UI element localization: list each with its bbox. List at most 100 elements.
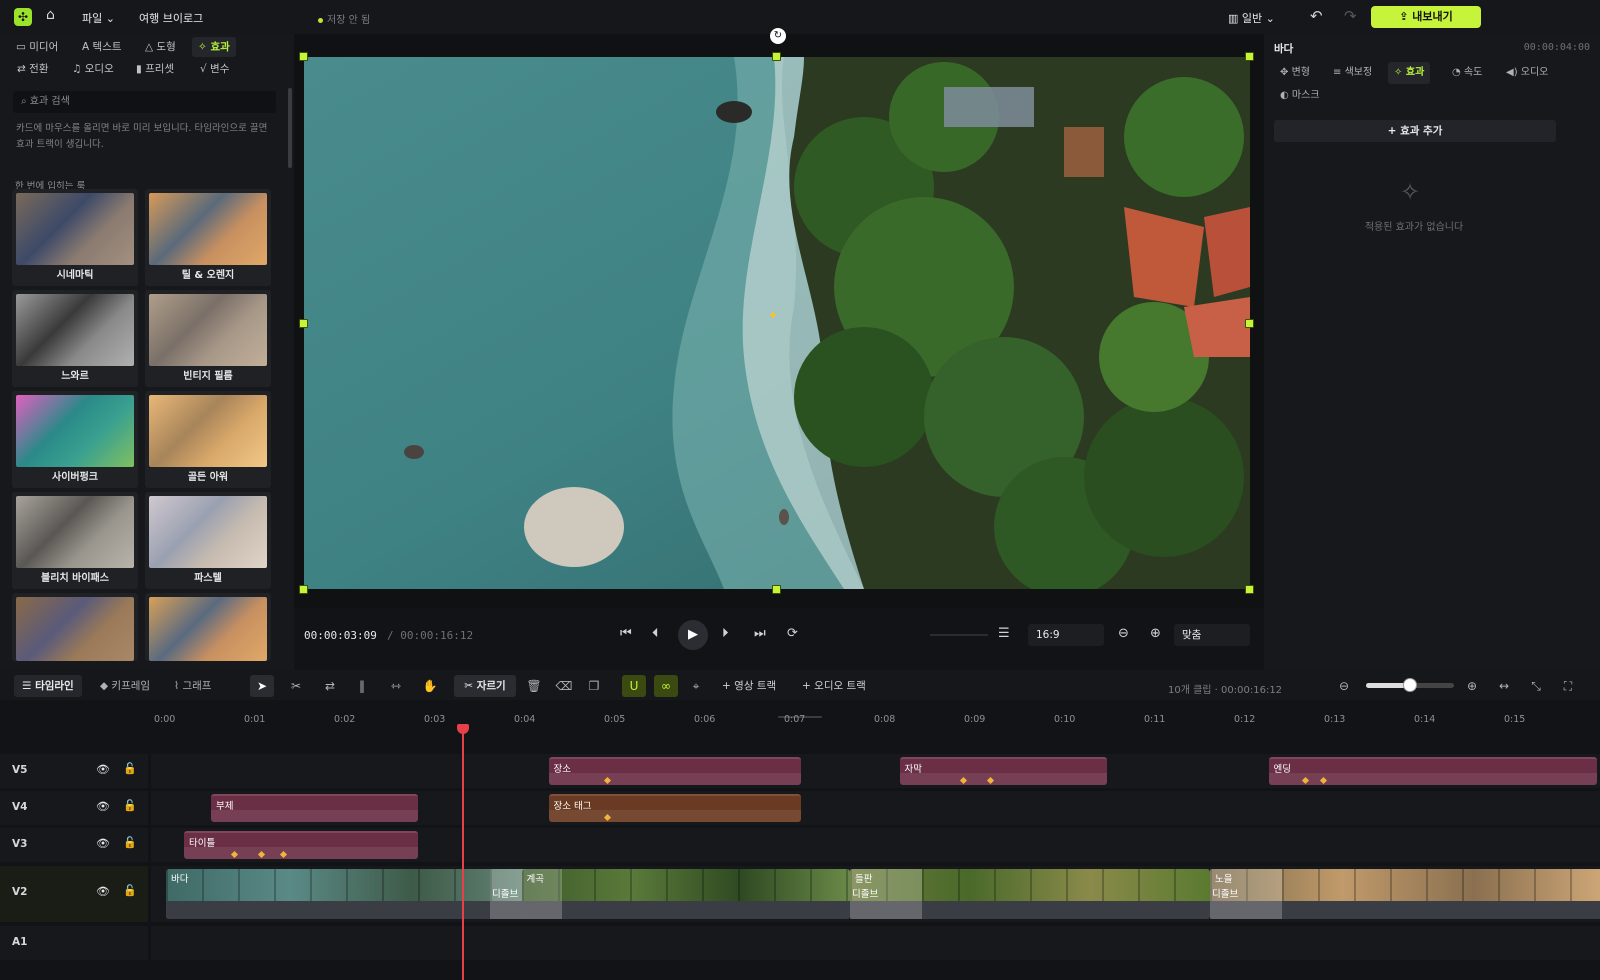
redo-icon[interactable]: ↷ xyxy=(1344,7,1357,25)
tab-graph[interactable]: ⌇ 그래프 xyxy=(166,675,219,697)
resize-handle[interactable] xyxy=(1245,52,1254,61)
tab-transition[interactable]: ⇄ 전환 xyxy=(11,59,54,79)
timeline-clip[interactable]: 부제 xyxy=(211,794,418,822)
tab-shape[interactable]: △ 도형 xyxy=(139,37,182,57)
scissors-icon[interactable]: ✂ xyxy=(284,675,308,697)
timeline-clip[interactable]: 장소 태그 xyxy=(548,794,801,822)
video-clip[interactable]: 바다 xyxy=(166,869,537,919)
add-effect-button[interactable]: + 효과 추가 xyxy=(1274,120,1556,142)
resize-handle[interactable] xyxy=(772,585,781,594)
volume-slider[interactable] xyxy=(930,634,988,636)
track-row-a1[interactable] xyxy=(151,926,1600,960)
playhead[interactable] xyxy=(462,724,464,980)
video-clip[interactable]: 계곡 xyxy=(521,869,850,919)
resize-handle[interactable] xyxy=(1245,585,1254,594)
marker-icon[interactable]: ⌖ xyxy=(684,675,708,697)
collapse-icon[interactable]: ⤡ xyxy=(1524,675,1548,697)
fit-width-icon[interactable]: ↔ xyxy=(1492,675,1516,697)
magnet-icon[interactable]: U xyxy=(622,675,646,697)
home-icon[interactable]: ⌂ xyxy=(46,7,55,23)
timeline-clip[interactable]: 엔딩 xyxy=(1268,757,1597,785)
aspect-ratio-select[interactable]: 16:9 xyxy=(1028,624,1104,646)
eye-icon[interactable]: 👁 xyxy=(96,800,110,813)
erase-icon[interactable]: ⌫ xyxy=(552,675,576,697)
tab-transform[interactable]: ✥ 변형 xyxy=(1274,62,1316,84)
zoom-out-icon[interactable]: ⊖ xyxy=(1332,675,1356,697)
file-menu[interactable]: 파일 ⌄ xyxy=(82,10,115,26)
resize-handle[interactable] xyxy=(299,585,308,594)
loop-icon[interactable]: ⟳ xyxy=(787,626,798,641)
tab-audio[interactable]: ◀) 오디오 xyxy=(1500,62,1554,84)
play-button[interactable]: ▶ xyxy=(678,620,708,650)
sliders-icon[interactable]: ☰ xyxy=(998,626,1010,641)
video-preview[interactable] xyxy=(304,57,1250,589)
add-audio-track-button[interactable]: + 오디오 트랙 xyxy=(802,675,866,697)
link-icon[interactable]: ∞ xyxy=(654,675,678,697)
skip-to-start-icon[interactable]: ⏮ xyxy=(620,626,632,641)
timeline-clip[interactable]: 타이틀 xyxy=(184,831,418,859)
zoom-out-icon[interactable]: ⊖ xyxy=(1118,626,1129,641)
track-row-v2[interactable]: 바다 계곡 들판 노을 디졸브 디졸브 디졸브 xyxy=(151,866,1600,922)
eye-icon[interactable]: 👁 xyxy=(96,885,110,898)
split-icon[interactable]: ‖ xyxy=(350,675,374,697)
lock-icon[interactable]: 🔓 xyxy=(123,836,137,849)
scrollbar[interactable] xyxy=(288,88,292,168)
track-row-v3[interactable]: 타이틀 xyxy=(151,828,1600,862)
step-back-icon[interactable]: ⏴ xyxy=(652,626,659,641)
eye-icon[interactable]: 👁 xyxy=(96,837,110,850)
effect-card-pastel[interactable]: 파스텔 xyxy=(145,492,271,589)
trash-icon[interactable]: 🗑 xyxy=(522,675,546,697)
zoom-fit-select[interactable]: 맞춤 xyxy=(1174,624,1250,646)
zoom-in-icon[interactable]: ⊕ xyxy=(1460,675,1484,697)
timeline-ruler[interactable]: 0:00 0:01 0:02 0:03 0:04 0:05 0:06 0:07 0:08 0:09… xyxy=(151,710,1600,734)
effect-card-cinematic[interactable]: 시네마틱 xyxy=(12,189,138,286)
export-button[interactable]: ⇪ 내보내기 xyxy=(1371,6,1481,28)
effect-card-bleach-bypass[interactable]: 블리치 바이패스 xyxy=(12,492,138,589)
undo-icon[interactable]: ↶ xyxy=(1310,7,1323,25)
fullscreen-icon[interactable]: ⛶ xyxy=(1556,675,1580,697)
timeline-clip[interactable]: 자막 xyxy=(899,757,1107,785)
resize-handle[interactable] xyxy=(772,52,781,61)
tab-effect[interactable]: ✧ 효과 xyxy=(1388,62,1431,84)
add-video-track-button[interactable]: + 영상 트랙 xyxy=(722,675,776,697)
tab-mask[interactable]: ◐ 마스크 xyxy=(1274,85,1326,107)
zoom-knob[interactable] xyxy=(1403,678,1417,692)
effect-card[interactable] xyxy=(12,593,138,661)
project-title[interactable]: 여행 브이로그 xyxy=(139,10,203,26)
resize-handle[interactable] xyxy=(299,52,308,61)
tab-effects[interactable]: ✧ 효과 xyxy=(192,37,236,57)
swap-icon[interactable]: ⇄ xyxy=(318,675,342,697)
track-row-v5[interactable]: 장소 자막 엔딩 xyxy=(151,754,1600,788)
tab-preset[interactable]: ▮ 프리셋 xyxy=(130,59,180,79)
skip-to-end-icon[interactable]: ⏭ xyxy=(754,626,766,641)
rotate-handle-icon[interactable]: ↻ xyxy=(770,28,786,44)
effect-search-input[interactable]: ⌕ 효과 검색 xyxy=(13,91,276,113)
resize-handle[interactable] xyxy=(1245,319,1254,328)
lock-icon[interactable]: 🔓 xyxy=(123,799,137,812)
effect-card-golden-hour[interactable]: 골든 아워 xyxy=(145,391,271,488)
zoom-in-icon[interactable]: ⊕ xyxy=(1150,626,1161,641)
tab-speed[interactable]: ◔ 속도 xyxy=(1446,62,1488,84)
tab-audio[interactable]: ♫ 오디오 xyxy=(66,59,120,79)
tab-keyframe[interactable]: ◆ 키프레임 xyxy=(92,675,158,697)
select-tool-icon[interactable]: ➤ xyxy=(250,675,274,697)
lock-icon[interactable]: 🔓 xyxy=(123,884,137,897)
effect-card-cyberpunk[interactable]: 사이버펑크 xyxy=(12,391,138,488)
tab-text[interactable]: A 텍스트 xyxy=(76,37,128,57)
effect-card-noir[interactable]: 느와르 xyxy=(12,290,138,387)
app-logo-icon[interactable]: ✣ xyxy=(14,8,32,26)
lock-icon[interactable]: 🔓 xyxy=(123,762,137,775)
hand-icon[interactable]: ✋ xyxy=(418,675,442,697)
effect-card[interactable] xyxy=(145,593,271,661)
tab-color[interactable]: ≡ 색보정 xyxy=(1327,62,1378,84)
timeline-zoom-slider[interactable] xyxy=(1366,678,1454,692)
ripple-icon[interactable]: ⇿ xyxy=(384,675,408,697)
timeline-clip[interactable]: 장소 xyxy=(548,757,801,785)
tab-timeline[interactable]: ☰ 타임라인 xyxy=(14,675,82,697)
eye-icon[interactable]: 👁 xyxy=(96,763,110,776)
tab-variable[interactable]: √ 변수 xyxy=(194,59,235,79)
track-row-v4[interactable]: 부제 장소 태그 xyxy=(151,791,1600,825)
effect-card-vintage-film[interactable]: 빈티지 필름 xyxy=(145,290,271,387)
effect-card-teal-orange[interactable]: 틸 & 오렌지 xyxy=(145,189,271,286)
step-forward-icon[interactable]: ⏵ xyxy=(722,626,729,641)
